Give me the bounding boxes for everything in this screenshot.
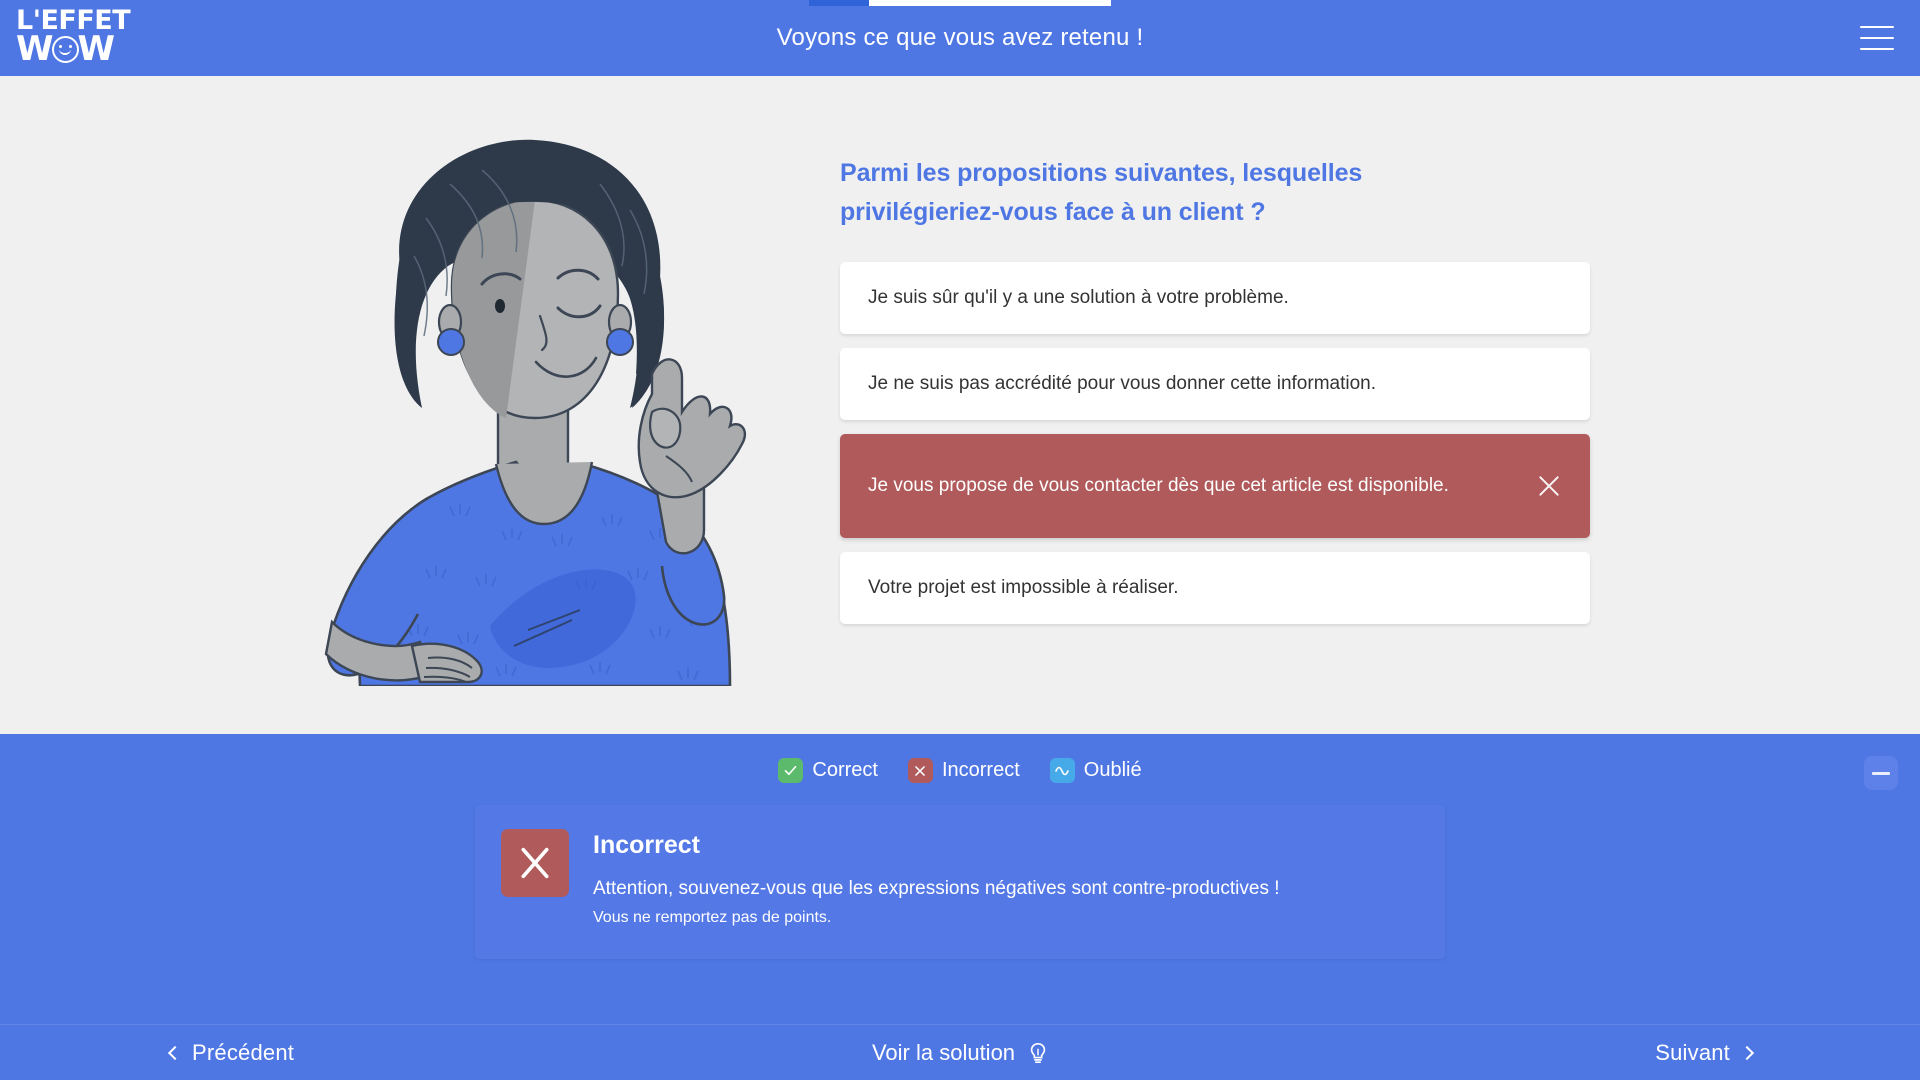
close-icon: [501, 829, 569, 897]
minimize-icon[interactable]: [1864, 756, 1898, 790]
chevron-left-icon: [167, 1045, 183, 1060]
close-icon: [907, 758, 933, 783]
wave-icon: [1049, 758, 1075, 783]
feedback-message: Attention, souvenez-vous que les express…: [593, 878, 1280, 899]
progress-bar: [809, 0, 1111, 6]
feedback-title: Incorrect: [593, 831, 700, 859]
footer-nav: Précédent Voir la solution Suivant: [0, 1024, 1920, 1080]
answer-option-1[interactable]: Je suis sûr qu'il y a une solution à vot…: [840, 262, 1590, 334]
answer-option-label: Votre projet est impossible à réaliser.: [868, 577, 1179, 598]
previous-button[interactable]: Précédent: [167, 1039, 295, 1066]
smile-curve-icon: [58, 48, 71, 55]
legend-label-forgot: Oublié: [1083, 759, 1142, 781]
feedback-card: Incorrect Attention, souvenez-vous que l…: [475, 805, 1445, 959]
hamburger-line-2: [1860, 37, 1894, 39]
next-label: Suivant: [1655, 1039, 1730, 1065]
answer-options-list: Je suis sûr qu'il y a une solution à vot…: [840, 262, 1590, 624]
logo-line-2: W W: [16, 29, 128, 69]
legend: Correct Incorrect Oublié: [778, 758, 1142, 783]
legend-item-incorrect: Incorrect: [907, 758, 1020, 783]
question-text: Parmi les propositions suivantes, lesque…: [840, 159, 1363, 226]
answer-option-4[interactable]: Votre projet est impossible à réaliser.: [840, 552, 1590, 624]
next-button[interactable]: Suivant: [1655, 1039, 1755, 1066]
progress-bar-fill: [809, 0, 870, 6]
answer-option-label: Je vous propose de vous contacter dès qu…: [868, 475, 1449, 496]
chevron-right-icon: [1739, 1045, 1755, 1060]
feedback-panel: Correct Incorrect Oublié Incorrect Atten…: [0, 734, 1920, 1024]
lightbulb-icon: [1030, 1042, 1046, 1063]
answer-option-label: Je suis sûr qu'il y a une solution à vot…: [868, 287, 1289, 308]
close-icon: [1539, 476, 1559, 496]
previous-label: Précédent: [192, 1039, 295, 1065]
quiz-app: L'EFFET W W Voyons ce que vous avez rete…: [0, 0, 1920, 1080]
legend-item-correct: Correct: [778, 758, 878, 783]
woman-ok-gesture-illustration: [324, 139, 747, 686]
logo-w-left: W: [16, 29, 54, 69]
brand-logo[interactable]: L'EFFET W W: [16, 7, 131, 69]
check-icon: [778, 758, 804, 783]
page-title: Voyons ce que vous avez retenu !: [776, 24, 1144, 51]
illustration-panel: [0, 76, 840, 734]
hamburger-line-3: [1860, 48, 1894, 50]
feedback-points: Vous ne remportez pas de points.: [593, 909, 832, 926]
legend-item-forgot: Oublié: [1049, 758, 1142, 783]
see-solution-label: Voir la solution: [871, 1039, 1016, 1065]
legend-label-correct: Correct: [812, 759, 878, 781]
main-content: Parmi les propositions suivantes, lesque…: [0, 76, 1920, 734]
minimize-bar: [1872, 771, 1890, 775]
hamburger-line-1: [1860, 26, 1894, 28]
hamburger-icon[interactable]: [1860, 26, 1894, 50]
quiz-panel: Parmi les propositions suivantes, lesque…: [840, 76, 1920, 624]
logo-w-right: W: [77, 29, 116, 69]
smiley-face-icon: [51, 35, 79, 63]
answer-option-label: Je ne suis pas accrédité pour vous donne…: [868, 373, 1377, 394]
app-header: L'EFFET W W Voyons ce que vous avez rete…: [0, 0, 1920, 76]
answer-option-3[interactable]: Je vous propose de vous contacter dès qu…: [840, 434, 1590, 538]
legend-label-incorrect: Incorrect: [941, 759, 1020, 781]
answer-option-2[interactable]: Je ne suis pas accrédité pour vous donne…: [840, 348, 1590, 420]
feedback-body: Incorrect Attention, souvenez-vous que l…: [593, 829, 1280, 931]
